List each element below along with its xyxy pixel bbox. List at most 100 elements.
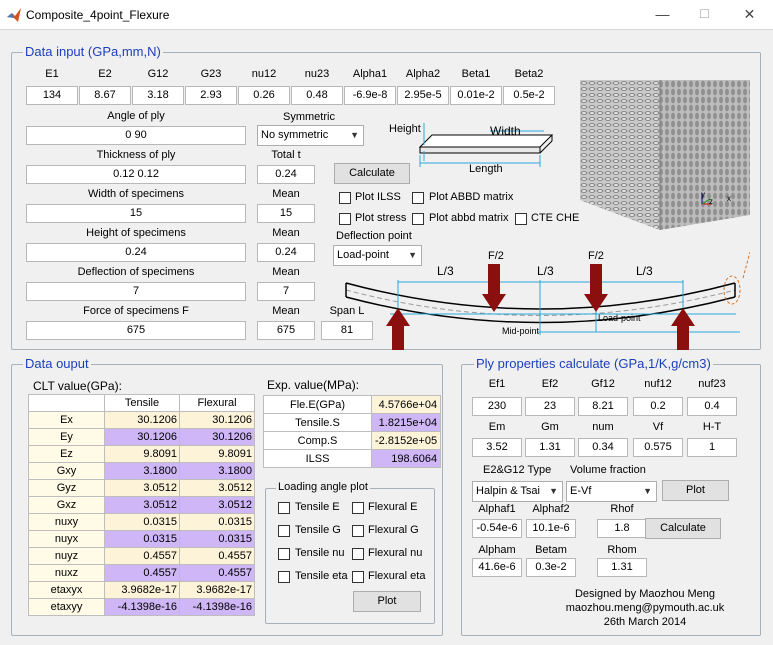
chevron-down-icon: ▼ (549, 486, 558, 496)
table-row: etaxyx 3.9682e-17 3.9682e-17 (28, 581, 255, 599)
prop-label-9: Beta2 (514, 68, 544, 80)
ply-row2-input-1[interactable]: 1.31 (525, 438, 575, 457)
flexural-nu-checkbox[interactable] (352, 548, 364, 560)
tensile-e-checkbox[interactable] (278, 502, 290, 514)
clt-row-label: nuxz (28, 564, 105, 582)
tensile-nu-checkbox[interactable] (278, 548, 290, 560)
ply-plot-button[interactable]: Plot (662, 480, 729, 501)
exp-row-label: Tensile.S (263, 413, 372, 432)
volume-fraction-dropdown[interactable]: E-Vf ▼ (566, 481, 657, 502)
maximize-button[interactable]: ☐ (682, 0, 727, 30)
ply-row1-input-1[interactable]: 23 (525, 397, 575, 416)
ply-calculate-button[interactable]: Calculate (645, 518, 721, 539)
prop-input-4[interactable]: 0.26 (238, 86, 290, 105)
flexural-g-checkbox[interactable] (352, 525, 364, 537)
ply-row1-label-2: Gf12 (591, 378, 615, 390)
clt-flexural-cell: 3.0512 (179, 479, 255, 497)
width-mean-label: Mean (272, 188, 300, 200)
loading-plot-button[interactable]: Plot (353, 591, 421, 612)
tensile-eta-checkbox[interactable] (278, 571, 290, 583)
prop-label-6: Alpha1 (352, 68, 388, 80)
prop-input-0[interactable]: 134 (26, 86, 78, 105)
ply-row4-label-0: Alpham (478, 544, 516, 556)
prop-input-1[interactable]: 8.67 (79, 86, 131, 105)
exp-row-label: Comp.S (263, 431, 372, 450)
prop-input-7[interactable]: 2.95e-5 (397, 86, 449, 105)
prop-input-9[interactable]: 0.5e-2 (503, 86, 555, 105)
ply-row3-input-2[interactable]: 1.8 (597, 519, 647, 538)
deflection-input[interactable]: 7 (26, 282, 246, 301)
prop-input-2[interactable]: 3.18 (132, 86, 184, 105)
data-input-title: Data input (GPa,mm,N) (23, 44, 163, 59)
matlab-logo-icon (7, 8, 21, 22)
credit-author: Designed by Maozhou Meng (574, 588, 716, 600)
ply-row3-label-0: Alphaf1 (478, 503, 516, 515)
prop-input-6[interactable]: -6.9e-8 (344, 86, 396, 105)
plot-abbd-upper-checkbox[interactable] (412, 192, 424, 204)
plot-ilss-checkbox[interactable] (339, 192, 351, 204)
ply-row4-input-0[interactable]: 41.6e-6 (472, 558, 522, 577)
height-mean-label: Mean (272, 227, 300, 239)
height-input[interactable]: 0.24 (26, 243, 246, 262)
deflection-mean-label: Mean (272, 266, 300, 278)
prop-input-3[interactable]: 2.93 (185, 86, 237, 105)
cte-che-checkbox[interactable] (515, 213, 527, 225)
clt-tensile-cell: -4.1398e-16 (104, 598, 180, 616)
loading-angle-title: Loading angle plot (276, 481, 370, 493)
thickness-input[interactable]: 0.12 0.12 (26, 165, 246, 184)
ply-row1-input-3[interactable]: 0.2 (633, 397, 683, 416)
exp-value-cell: 1.8215e+04 (370, 413, 442, 432)
clt-column-header: Flexural (179, 394, 255, 412)
credit-date: 26th March 2014 (603, 616, 687, 628)
clt-results-table: Tensile Flexural Ex 30.1206 30.1206 Ey 30.1206… (28, 394, 255, 616)
deflection-point-label: Deflection point (336, 230, 412, 242)
angle-label: Angle of ply (107, 110, 165, 122)
ply-row2-label-1: Gm (541, 421, 559, 433)
type-label: E2&G12 Type (483, 464, 552, 476)
plot-abbd-lower-checkbox[interactable] (412, 213, 424, 225)
flexural-eta-label: Flexural eta (368, 570, 426, 582)
total-label: Total t (271, 149, 301, 161)
window-title: Composite_4point_Flexure (26, 8, 170, 22)
force-label: Force of specimens F (83, 305, 189, 317)
table-row: ILSS 198.6064 (263, 449, 442, 468)
close-button[interactable]: ✕ (727, 0, 772, 30)
exp-results-table: Fle.E(GPa) 4.5766e+04 Tensile.S 1.8215e+04 C… (263, 395, 442, 468)
symmetric-dropdown[interactable]: No symmetric ▼ (257, 125, 364, 146)
exp-row-label: Fle.E(GPa) (263, 395, 372, 414)
sketch-height-label: Height (389, 123, 421, 135)
clt-row-label: nuyz (28, 547, 105, 565)
ply-row2-input-0[interactable]: 3.52 (472, 438, 522, 457)
ply-row4-input-2[interactable]: 1.31 (597, 558, 647, 577)
prop-input-8[interactable]: 0.01e-2 (450, 86, 502, 105)
clt-flexural-cell: 0.4557 (179, 547, 255, 565)
force-input[interactable]: 675 (26, 321, 246, 340)
flexural-eta-checkbox[interactable] (352, 571, 364, 583)
ply-row4-input-1[interactable]: 0.3e-2 (526, 558, 576, 577)
plot-stress-checkbox[interactable] (339, 213, 351, 225)
clt-flexural-cell: 30.1206 (179, 411, 255, 429)
plot-abbd-upper-label: Plot ABBD matrix (429, 191, 514, 203)
ply-row2-input-3[interactable]: 0.575 (633, 438, 683, 457)
prop-input-5[interactable]: 0.48 (291, 86, 343, 105)
ply-row1-input-0[interactable]: 230 (472, 397, 522, 416)
ply-row1-input-4[interactable]: 0.4 (687, 397, 737, 416)
tensile-g-checkbox[interactable] (278, 525, 290, 537)
chevron-down-icon: ▼ (350, 130, 359, 140)
ply-row3-input-1[interactable]: 10.1e-6 (526, 519, 576, 538)
width-input[interactable]: 15 (26, 204, 246, 223)
ply-row3-input-0[interactable]: -0.54e-6 (472, 519, 522, 538)
ply-row2-input-4[interactable]: 1 (687, 438, 737, 457)
clt-tensile-cell: 0.4557 (104, 547, 180, 565)
minimize-button[interactable]: — (640, 0, 685, 30)
table-row: nuyx 0.0315 0.0315 (28, 530, 255, 548)
ply-row2-input-2[interactable]: 0.34 (578, 438, 628, 457)
angle-input[interactable]: 0 90 (26, 126, 246, 145)
clt-flexural-cell: 3.9682e-17 (179, 581, 255, 599)
axis-x-label: x (727, 194, 731, 203)
e2-g12-type-dropdown[interactable]: Halpin & Tsai ▼ (472, 481, 563, 502)
clt-tensile-cell: 0.4557 (104, 564, 180, 582)
clt-row-label: Ey (28, 428, 105, 446)
ply-row1-input-2[interactable]: 8.21 (578, 397, 628, 416)
flexural-e-checkbox[interactable] (352, 502, 364, 514)
